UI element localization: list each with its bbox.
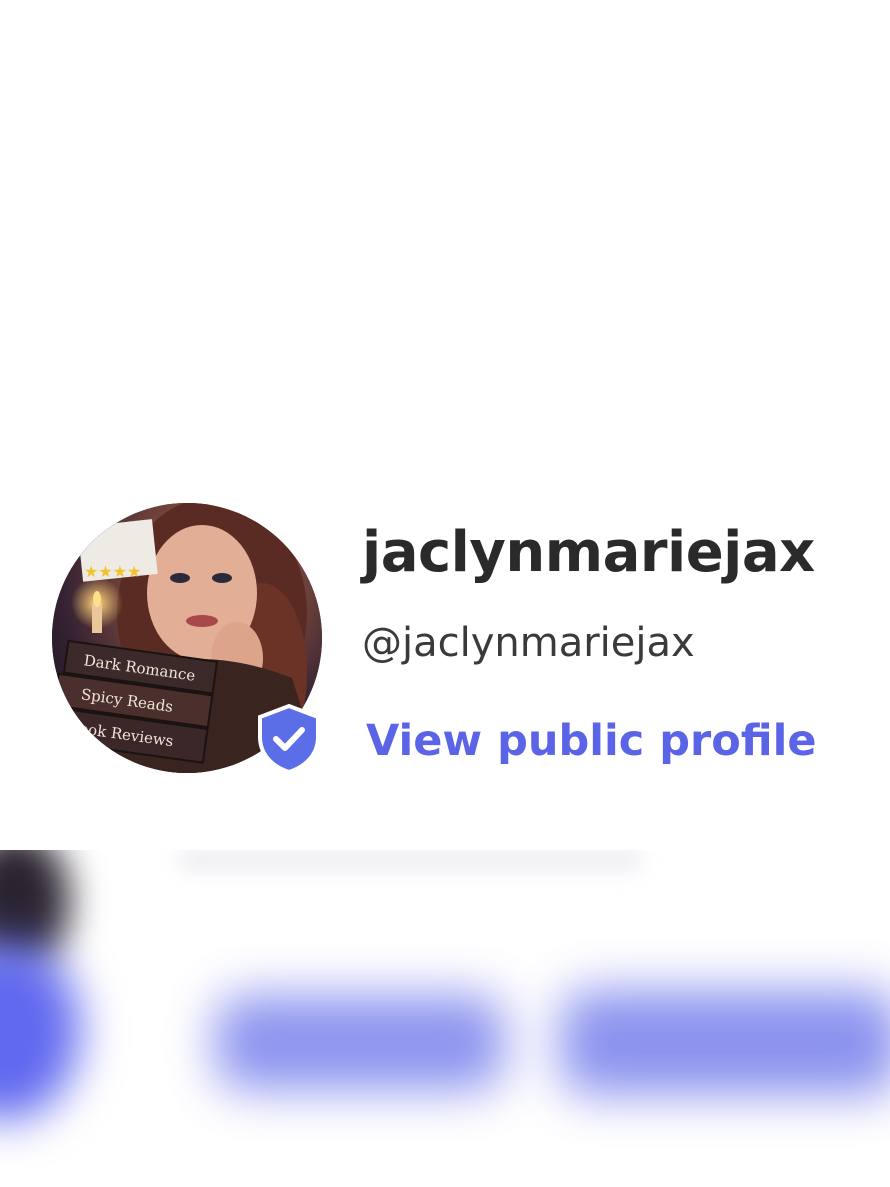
blurred-divider xyxy=(180,850,640,870)
blurred-text-block xyxy=(560,990,890,1095)
view-public-profile-link[interactable]: View public profile xyxy=(366,716,817,766)
blurred-content xyxy=(0,850,890,1187)
blurred-avatar xyxy=(0,940,80,1120)
profile-header: ★★★★ Dark Romance Spicy Reads Book Revie… xyxy=(0,0,890,850)
blurred-text-block xyxy=(215,995,505,1090)
verified-shield-icon xyxy=(254,703,324,775)
username: jaclynmariejax xyxy=(362,520,815,585)
user-handle: @jaclynmariejax xyxy=(362,620,695,666)
